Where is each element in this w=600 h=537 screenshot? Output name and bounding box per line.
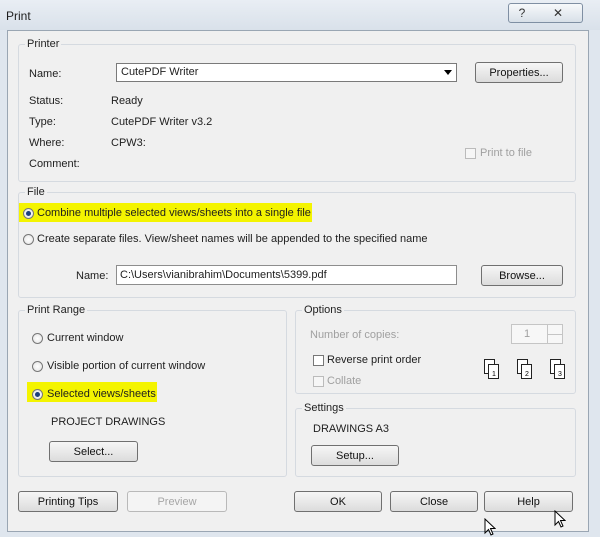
selected-views-radio[interactable] [32,389,43,400]
comment-label: Comment: [29,158,80,170]
collate-checkbox[interactable] [313,376,324,387]
printer-name-label: Name: [29,68,62,80]
preview-button[interactable]: Preview [127,491,227,512]
options-group: Options Number of copies: 1 Reverse prin… [295,304,576,394]
printer-name-value: CutePDF Writer [121,66,199,78]
help-title-button[interactable]: ? [508,3,536,23]
printer-name-select[interactable]: CutePDF Writer [116,63,457,82]
printing-tips-button[interactable]: Printing Tips [18,491,118,512]
window-title: Print [6,9,31,23]
print-range-group: Print Range Current window Visible porti… [18,304,287,477]
visible-portion-radio[interactable] [32,361,43,372]
status-label: Status: [29,95,64,107]
copies-value: 1 [524,328,531,340]
collate-page-3-icon: 3 [550,359,565,379]
properties-button[interactable]: Properties... [475,62,563,83]
separate-label: Create separate files. View/sheet names … [37,233,428,245]
stepper-down-icon[interactable] [547,334,562,343]
options-group-label: Options [302,304,344,316]
file-group-label: File [25,186,47,198]
current-window-radio[interactable] [32,333,43,344]
browse-button[interactable]: Browse... [481,265,563,286]
file-name-label: Name: [76,270,109,282]
collate-page-2-number: 2 [525,371,529,378]
select-button[interactable]: Select... [49,441,138,462]
settings-value: DRAWINGS A3 [313,423,389,435]
selected-set-name: PROJECT DRAWINGS [51,416,166,428]
chevron-down-icon [444,70,452,75]
setup-button[interactable]: Setup... [311,445,399,466]
separate-radio[interactable] [23,234,34,245]
where-value: CPW3: [111,137,146,149]
print-to-file-checkbox[interactable] [465,148,476,159]
current-window-label: Current window [47,332,124,344]
collate-label: Collate [327,375,362,387]
mouse-cursor-icon [484,518,496,536]
settings-group-label: Settings [302,402,346,414]
copies-stepper[interactable]: 1 [511,324,563,344]
close-button[interactable]: Close [390,491,478,512]
dialog-body: Printer Name: CutePDF Writer Properties.… [7,30,589,532]
settings-group: Settings DRAWINGS A3 Setup... [295,402,576,477]
file-group: File Combine multiple selected views/she… [18,186,576,298]
print-range-group-label: Print Range [25,304,88,316]
collate-page-2-icon: 2 [517,359,532,379]
selected-views-label: Selected views/sheets [47,388,156,400]
mouse-cursor-icon [554,510,566,528]
collate-page-3-number: 3 [558,371,562,378]
file-name-input[interactable]: C:\Users\vianibrahim\Documents\5399.pdf [116,265,457,285]
file-name-value: C:\Users\vianibrahim\Documents\5399.pdf [120,269,327,281]
type-label: Type: [29,116,56,128]
printer-group: Printer Name: CutePDF Writer Properties.… [18,38,576,182]
ok-button[interactable]: OK [294,491,382,512]
status-value: Ready [111,95,143,107]
collate-page-1-number: 1 [492,371,496,378]
help-button[interactable]: Help [484,491,573,512]
type-value: CutePDF Writer v3.2 [111,116,213,128]
combine-radio[interactable] [23,208,34,219]
reverse-order-label: Reverse print order [327,354,422,366]
collate-page-1-icon: 1 [484,359,499,379]
where-label: Where: [29,137,65,149]
combine-label: Combine multiple selected views/sheets i… [37,207,311,219]
copies-label: Number of copies: [310,329,400,341]
title-bar: Print ? ✕ [0,0,600,30]
printer-group-label: Printer [25,38,62,50]
close-title-button[interactable]: ✕ [534,3,583,23]
visible-portion-label: Visible portion of current window [47,360,206,372]
reverse-order-checkbox[interactable] [313,355,324,366]
print-to-file-label: Print to file [480,147,532,159]
